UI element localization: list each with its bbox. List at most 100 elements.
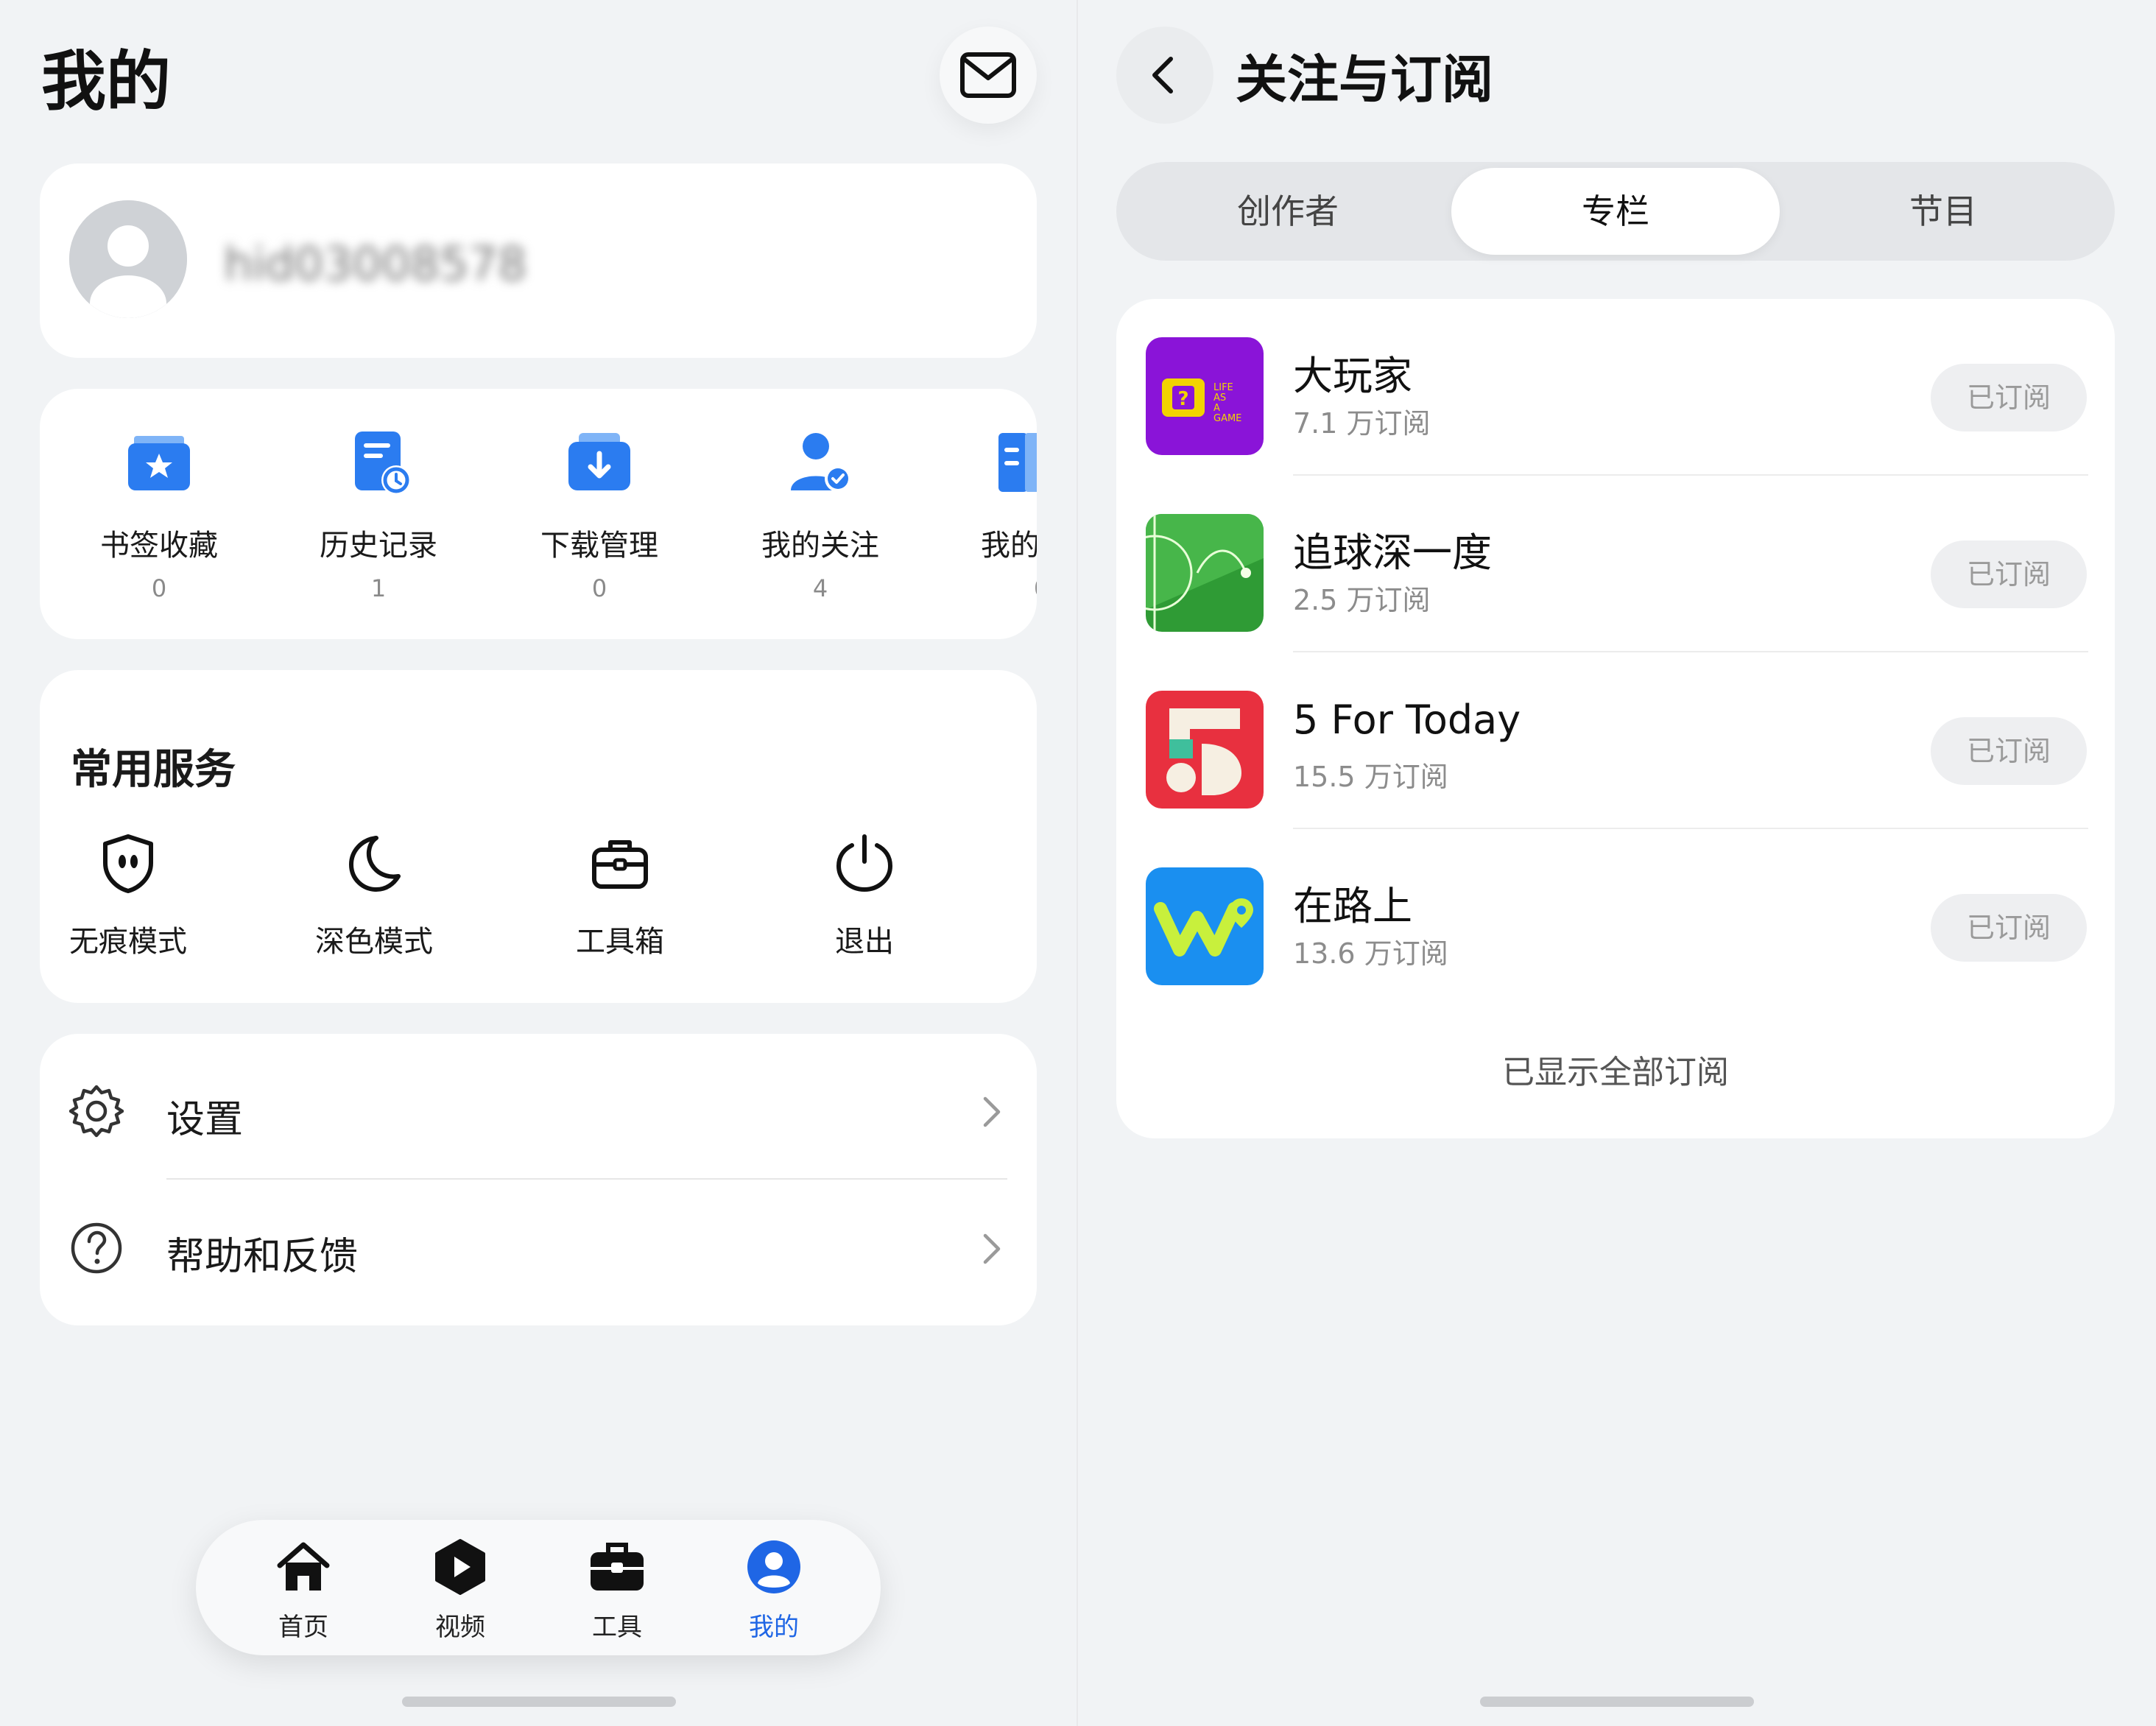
gear-icon	[69, 1085, 124, 1138]
subscription-list: ? LIFE AS A GAME 大玩家 7.1 万订阅 已订阅 追球深一度 2…	[1116, 299, 2115, 1138]
quick-item-count: 0	[591, 574, 607, 602]
home-indicator[interactable]	[402, 1697, 676, 1707]
nav-label: 我的	[749, 1613, 799, 1642]
quick-item-following[interactable]: 我的关注 4	[739, 426, 901, 602]
tab-bar: 创作者 专栏 节目	[1116, 162, 2115, 261]
page-title: 关注与订阅	[1236, 49, 1493, 110]
my-page-panel: 我的 hid03008578 书签收藏 0 历史记录 1 下载管理 0 我的关注…	[0, 0, 1077, 1726]
nav-label: 工具	[592, 1613, 642, 1642]
home-indicator[interactable]	[1480, 1697, 1754, 1707]
default-avatar-icon	[69, 200, 187, 318]
subscription-name: 在路上	[1293, 883, 1412, 929]
quick-item-label: 我的关注	[761, 529, 879, 563]
tab-creators[interactable]: 创作者	[1124, 168, 1452, 255]
subscription-count: 7.1 万订阅	[1293, 407, 1431, 440]
five-for-today-logo	[1146, 691, 1264, 809]
subscription-name: 大玩家	[1293, 353, 1412, 399]
football-pitch-logo	[1146, 514, 1264, 632]
quick-item-label: 书签收藏	[100, 529, 218, 563]
subscription-row[interactable]: 在路上 13.6 万订阅 已订阅	[1116, 829, 2115, 1006]
chevron-right-icon	[983, 1233, 1001, 1264]
home-icon	[277, 1542, 330, 1591]
quick-access-card: 书签收藏 0 历史记录 1 下载管理 0 我的关注 4 我的	[40, 389, 1037, 639]
help-icon	[71, 1222, 122, 1274]
quick-item-bookmarks[interactable]: 书签收藏 0	[78, 426, 240, 602]
tab-columns[interactable]: 专栏	[1451, 168, 1780, 255]
subscription-thumbnail	[1146, 867, 1264, 985]
quick-item-count: 0	[151, 574, 167, 602]
svg-text:GAME: GAME	[1213, 413, 1241, 424]
history-icon	[355, 432, 411, 495]
service-toolbox[interactable]: 工具箱	[532, 832, 708, 960]
power-icon	[836, 834, 893, 892]
menu-card: 设置 帮助和反馈	[40, 1034, 1037, 1325]
quick-item-label: 我的	[981, 529, 1037, 563]
subscription-row[interactable]: ? LIFE AS A GAME 大玩家 7.1 万订阅 已订阅	[1116, 299, 2115, 476]
quick-item-count: 0	[1034, 574, 1037, 602]
subscribed-button[interactable]: 已订阅	[1931, 717, 2087, 785]
on-the-road-logo	[1146, 867, 1264, 985]
service-incognito[interactable]: 无痕模式	[40, 832, 216, 960]
subscribed-button[interactable]: 已订阅	[1931, 364, 2087, 432]
subscribed-button[interactable]: 已订阅	[1931, 894, 2087, 962]
chevron-left-icon	[1152, 57, 1173, 94]
service-label: 深色模式	[315, 925, 433, 959]
quick-item-label: 历史记录	[320, 529, 437, 563]
svg-text:AS: AS	[1213, 392, 1226, 404]
subscription-count: 13.6 万订阅	[1293, 937, 1448, 970]
quick-item-count: 4	[812, 574, 828, 602]
messages-button[interactable]	[940, 27, 1037, 124]
menu-label: 设置	[166, 1098, 244, 1142]
profile-icon	[747, 1540, 800, 1593]
page-title: 我的	[41, 43, 172, 119]
subscription-row[interactable]: 追球深一度 2.5 万订阅 已订阅	[1116, 476, 2115, 652]
quick-item-mine[interactable]: 我的 0	[931, 426, 1037, 602]
book-icon	[998, 433, 1037, 492]
quick-item-count: 1	[370, 574, 387, 602]
service-label: 工具箱	[576, 925, 664, 959]
chevron-right-icon	[983, 1096, 1001, 1127]
quick-item-downloads[interactable]: 下载管理 0	[518, 426, 680, 602]
subscription-thumbnail: ? LIFE AS A GAME	[1146, 337, 1264, 455]
avatar[interactable]	[69, 200, 187, 318]
profile-card[interactable]: hid03008578	[40, 163, 1037, 358]
quick-item-label: 下载管理	[540, 529, 658, 563]
life-as-a-game-logo: ? LIFE AS A GAME	[1146, 337, 1264, 455]
back-button[interactable]	[1116, 27, 1213, 124]
tools-icon	[591, 1543, 644, 1591]
bookmark-star-icon	[128, 436, 190, 490]
nav-home[interactable]: 首页	[248, 1537, 359, 1643]
subscription-count: 15.5 万订阅	[1293, 761, 1448, 793]
service-exit[interactable]: 退出	[776, 832, 953, 960]
svg-text:LIFE: LIFE	[1213, 382, 1233, 393]
tab-programs[interactable]: 节目	[1779, 168, 2107, 255]
quick-item-history[interactable]: 历史记录 1	[297, 426, 459, 602]
menu-item-help[interactable]: 帮助和反馈	[40, 1180, 1037, 1317]
download-icon	[568, 433, 630, 490]
nav-label: 首页	[278, 1613, 328, 1642]
nav-video[interactable]: 视频	[405, 1537, 515, 1643]
service-dark-mode[interactable]: 深色模式	[286, 832, 462, 960]
list-end-note: 已显示全部订阅	[1502, 1054, 1729, 1091]
follow-user-icon	[791, 433, 851, 492]
username: hid03008578	[224, 237, 527, 291]
subscription-name: 5 For Today	[1293, 697, 1521, 743]
service-label: 无痕模式	[69, 925, 187, 959]
toolbox-icon	[592, 840, 648, 889]
services-card: 常用服务 无痕模式 深色模式 工具箱 退出	[40, 670, 1037, 1003]
subscriptions-panel: 关注与订阅 创作者 专栏 节目 ? LIFE AS A GAME 大玩家 7.1…	[1078, 0, 2156, 1726]
subscription-thumbnail	[1146, 514, 1264, 632]
menu-label: 帮助和反馈	[166, 1235, 359, 1279]
subscription-row[interactable]: 5 For Today 15.5 万订阅 已订阅	[1116, 652, 2115, 829]
subscribed-button[interactable]: 已订阅	[1931, 540, 2087, 608]
nav-mine[interactable]: 我的	[719, 1537, 829, 1643]
nav-label: 视频	[435, 1613, 485, 1642]
subscription-thumbnail	[1146, 691, 1264, 809]
service-label: 退出	[835, 925, 894, 959]
nav-tools[interactable]: 工具	[562, 1537, 672, 1643]
bottom-navigation: 首页 视频 工具 我的	[196, 1520, 881, 1655]
svg-text:A: A	[1213, 403, 1220, 414]
menu-item-settings[interactable]: 设置	[40, 1043, 1037, 1180]
subscription-count: 2.5 万订阅	[1293, 584, 1431, 616]
incognito-shield-icon	[103, 834, 153, 893]
